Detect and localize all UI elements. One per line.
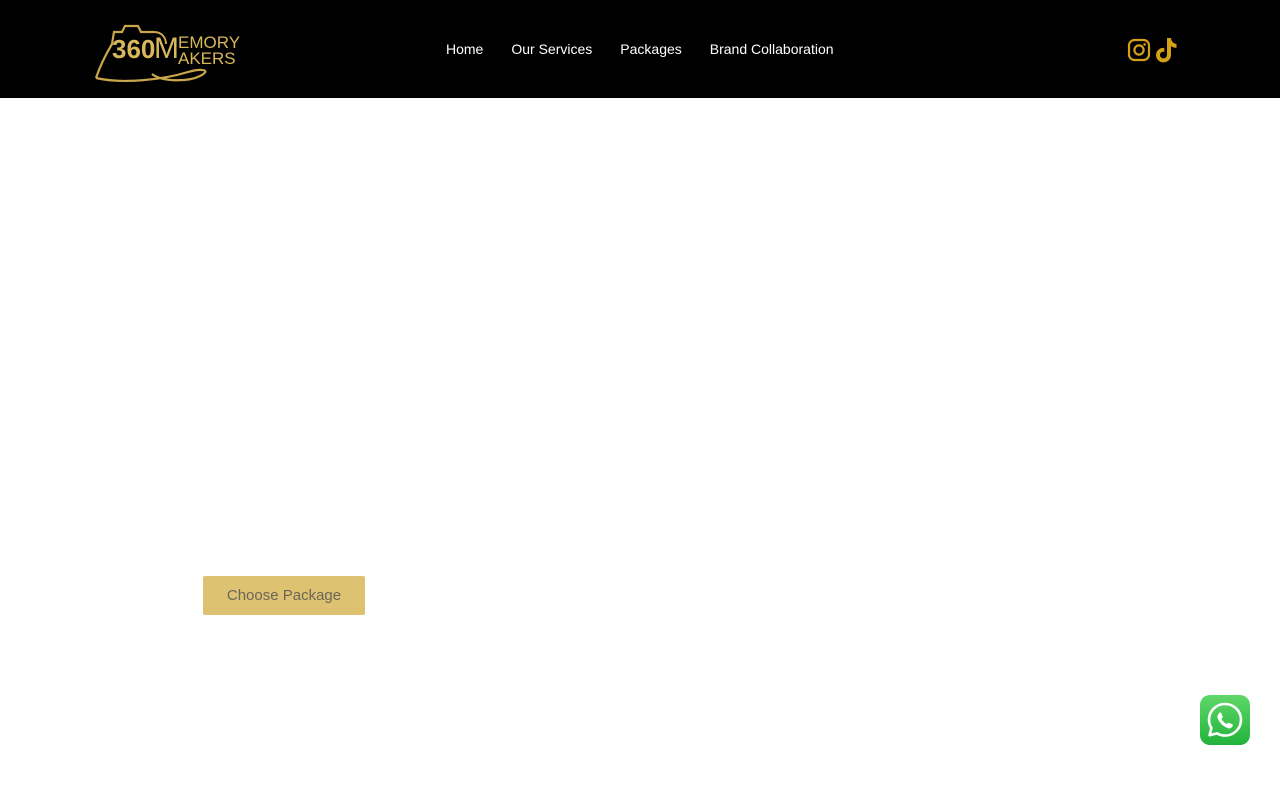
nav-our-services[interactable]: Our Services xyxy=(511,38,592,60)
tiktok-icon[interactable] xyxy=(1154,36,1178,64)
choose-package-button[interactable]: Choose Package xyxy=(203,576,365,615)
logo-number: 360 xyxy=(112,34,155,64)
hero-section xyxy=(0,98,1280,800)
site-header: 360 M EMORY AKERS Home Our Services Pack… xyxy=(0,0,1280,98)
whatsapp-icon xyxy=(1207,702,1243,737)
logo-letter: M xyxy=(154,32,179,65)
whatsapp-chat-button[interactable] xyxy=(1200,695,1250,745)
social-links xyxy=(1127,36,1178,64)
logo[interactable]: 360 M EMORY AKERS xyxy=(92,14,248,84)
instagram-icon[interactable] xyxy=(1127,38,1151,62)
logo-line2: AKERS xyxy=(178,49,236,68)
nav-brand-collaboration[interactable]: Brand Collaboration xyxy=(710,38,834,60)
nav-home[interactable]: Home xyxy=(446,38,483,60)
nav-packages[interactable]: Packages xyxy=(620,38,681,60)
main-nav: Home Our Services Packages Brand Collabo… xyxy=(446,38,834,60)
